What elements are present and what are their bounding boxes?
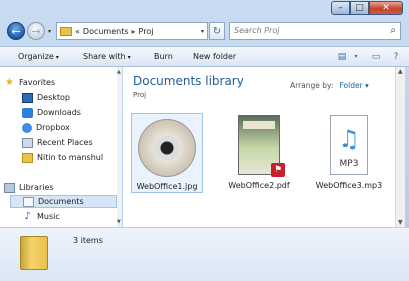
desktop-icon xyxy=(22,92,33,103)
star-icon: ★ xyxy=(5,76,14,88)
libraries-icon xyxy=(4,182,15,193)
scroll-down-icon[interactable]: ▼ xyxy=(117,219,121,225)
navigation-pane: ★ Favorites Desktop Downloads Dropbox Rec… xyxy=(0,67,122,227)
sidebar-item-label: Recent Places xyxy=(37,138,93,147)
search-placeholder: Search Proj xyxy=(234,26,280,35)
mp3-file-icon: ♫ MP3 xyxy=(330,115,368,175)
command-bar: Organize ▾ Share with ▾ Burn New folder ▤ … xyxy=(0,46,409,67)
sidebar-item-label: Documents xyxy=(38,197,84,206)
sidebar-item-label: Desktop xyxy=(37,93,70,102)
burn-button[interactable]: Burn xyxy=(154,52,173,61)
recent-pages-chevron-icon[interactable]: ▾ xyxy=(48,28,51,35)
sidebar-item-downloads[interactable]: Downloads xyxy=(22,106,121,119)
music-icon: ♪ xyxy=(24,210,31,222)
folder-icon xyxy=(22,152,33,163)
file-item[interactable]: ♫ MP3 WebOffice3.mp3 xyxy=(313,113,385,193)
sidebar-libraries[interactable]: Libraries xyxy=(4,181,121,194)
organize-label: Organize xyxy=(18,52,54,61)
sidebar-scrollbar[interactable]: ▲ ▼ xyxy=(117,67,122,227)
back-button[interactable]: ← xyxy=(7,22,25,40)
file-item[interactable]: WebOffice1.jpg xyxy=(131,113,203,193)
arrange-by: Arrange by: Folder ▾ xyxy=(290,81,369,90)
file-list-scrollbar[interactable]: ▲ ▼ xyxy=(395,67,405,227)
address-bar[interactable]: « Documents ▸ Proj ▾ xyxy=(56,22,208,40)
chevron-down-icon: ▾ xyxy=(127,54,131,61)
view-dropdown-icon[interactable]: ▾ xyxy=(349,50,363,63)
preview-pane-icon[interactable]: ▭ xyxy=(369,50,383,63)
arrange-by-value: Folder xyxy=(339,81,363,90)
sidebar-item-desktop[interactable]: Desktop xyxy=(22,91,121,104)
details-pane: 3 items xyxy=(0,227,409,281)
navigation-bar: ← → ▾ « Documents ▸ Proj ▾ ↻ Search Proj… xyxy=(0,17,409,45)
sidebar-item-label: Nitin to manshul xyxy=(37,153,104,162)
chevron-down-icon: ▾ xyxy=(55,54,59,61)
sidebar-favorites[interactable]: ★ Favorites xyxy=(4,76,121,89)
item-count: 3 items xyxy=(73,236,103,245)
library-title: Documents library xyxy=(133,74,244,88)
sidebar-libraries-label: Libraries xyxy=(19,183,54,192)
sidebar-item-nitin-to-manshul[interactable]: Nitin to manshul xyxy=(22,151,121,164)
file-list-pane: Documents library Proj Arrange by: Folder… xyxy=(123,67,395,227)
dropbox-icon xyxy=(22,122,32,133)
minimize-button[interactable]: – xyxy=(331,1,350,15)
library-subtitle: Proj xyxy=(133,91,147,99)
share-with-menu[interactable]: Share with ▾ xyxy=(83,52,131,61)
organize-menu[interactable]: Organize ▾ xyxy=(18,52,59,61)
breadcrumb-separator-icon[interactable]: ▸ xyxy=(132,27,136,36)
breadcrumb-proj[interactable]: Proj xyxy=(139,27,154,36)
search-input[interactable]: Search Proj ⌕ xyxy=(229,22,401,40)
sidebar-item-label: Music xyxy=(37,212,60,221)
sidebar-favorites-label: Favorites xyxy=(19,78,56,87)
file-item[interactable]: ⚑ WebOffice2.pdf xyxy=(223,113,295,193)
close-button[interactable]: ✕ xyxy=(369,1,403,15)
mp3-badge: MP3 xyxy=(339,159,359,169)
new-folder-button[interactable]: New folder xyxy=(193,52,236,61)
pdf-thumbnail: ⚑ xyxy=(238,115,285,177)
sidebar-item-label: Dropbox xyxy=(36,123,70,132)
file-name: WebOffice1.jpg xyxy=(136,182,198,191)
refresh-button[interactable]: ↻ xyxy=(209,22,225,40)
recent-places-icon xyxy=(22,137,33,148)
share-with-label: Share with xyxy=(83,52,126,61)
sidebar-item-label: Downloads xyxy=(37,108,81,117)
address-dropdown-icon[interactable]: ▾ xyxy=(201,28,204,35)
scroll-down-icon[interactable]: ▼ xyxy=(398,219,403,226)
sidebar-item-recent-places[interactable]: Recent Places xyxy=(22,136,121,149)
music-note-icon: ♫ xyxy=(338,125,360,153)
breadcrumb-documents[interactable]: Documents xyxy=(83,27,129,36)
sidebar-item-dropbox[interactable]: Dropbox xyxy=(22,121,121,134)
change-view-icon[interactable]: ▤ xyxy=(335,50,349,63)
file-name: WebOffice2.pdf xyxy=(228,181,290,190)
file-grid: WebOffice1.jpg ⚑ WebOffice2.pdf ♫ MP3 We… xyxy=(131,113,391,198)
downloads-icon xyxy=(22,107,33,118)
window-controls: – □ ✕ xyxy=(331,1,403,15)
folder-icon xyxy=(60,26,72,36)
arrange-by-label: Arrange by: xyxy=(290,81,334,90)
arrange-by-dropdown[interactable]: Folder ▾ xyxy=(339,81,368,90)
pdf-icon: ⚑ xyxy=(271,163,285,177)
scroll-up-icon[interactable]: ▲ xyxy=(398,68,403,75)
explorer-window: – □ ✕ ← → ▾ « Documents ▸ Proj ▾ ↻ Searc… xyxy=(0,0,409,281)
search-icon[interactable]: ⌕ xyxy=(390,25,396,36)
sidebar-item-documents[interactable]: Documents xyxy=(10,195,117,208)
view-controls: ▤ ▾ ▭ ? xyxy=(335,50,403,63)
scroll-up-icon[interactable]: ▲ xyxy=(117,69,121,75)
sidebar-item-music[interactable]: ♪ Music xyxy=(22,210,121,223)
maximize-button[interactable]: □ xyxy=(350,1,369,15)
file-name: WebOffice3.mp3 xyxy=(315,181,383,190)
help-icon[interactable]: ? xyxy=(389,50,403,63)
address-overflow[interactable]: « xyxy=(75,27,80,36)
forward-button[interactable]: → xyxy=(27,22,45,40)
folder-icon xyxy=(20,236,48,270)
documents-icon xyxy=(23,196,34,207)
disc-image-thumbnail xyxy=(138,119,196,177)
